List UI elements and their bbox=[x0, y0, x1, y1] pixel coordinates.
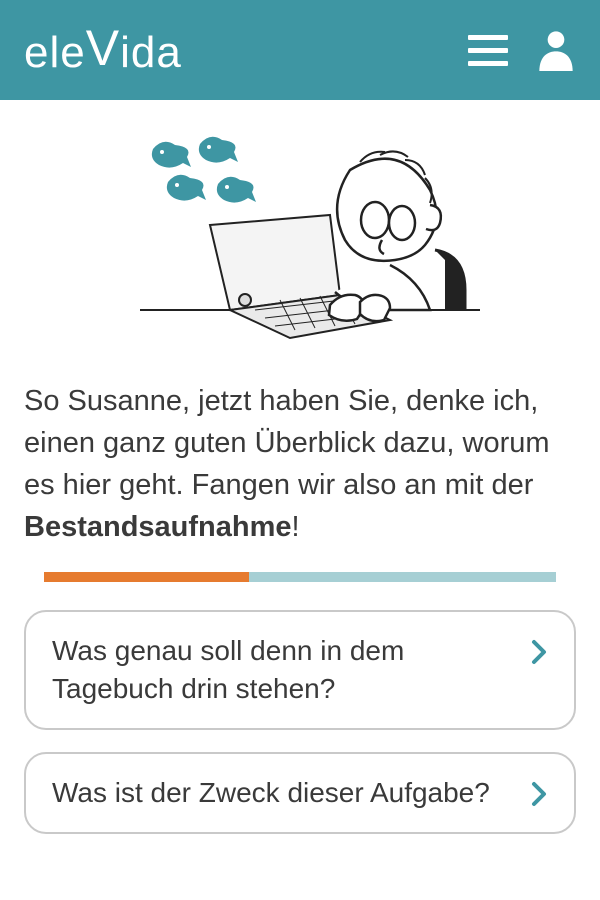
chevron-right-icon bbox=[530, 780, 548, 808]
option-purpose[interactable]: Was ist der Zweck dieser Aufgabe? bbox=[24, 752, 576, 834]
content: So Susanne, jetzt haben Sie, denke ich, … bbox=[0, 100, 600, 876]
body-text: So Susanne, jetzt haben Sie, denke ich, … bbox=[24, 380, 576, 548]
option-label: Was genau soll denn in dem Tagebuch drin… bbox=[52, 632, 530, 708]
body-text-bold: Bestandsaufnahme bbox=[24, 511, 292, 543]
progress-bar bbox=[44, 572, 556, 582]
header: eleVida bbox=[0, 0, 600, 100]
chevron-right-icon bbox=[530, 638, 548, 666]
menu-icon[interactable] bbox=[468, 35, 508, 66]
body-text-suffix: ! bbox=[292, 511, 300, 543]
body-text-prefix: So Susanne, jetzt haben Sie, denke ich, … bbox=[24, 385, 550, 501]
user-icon[interactable] bbox=[536, 28, 576, 72]
progress-fill bbox=[44, 572, 249, 582]
option-label: Was ist der Zweck dieser Aufgabe? bbox=[52, 774, 530, 812]
illustration bbox=[24, 120, 576, 360]
logo: eleVida bbox=[24, 21, 182, 79]
header-icons bbox=[468, 28, 576, 72]
option-diary-content[interactable]: Was genau soll denn in dem Tagebuch drin… bbox=[24, 610, 576, 730]
